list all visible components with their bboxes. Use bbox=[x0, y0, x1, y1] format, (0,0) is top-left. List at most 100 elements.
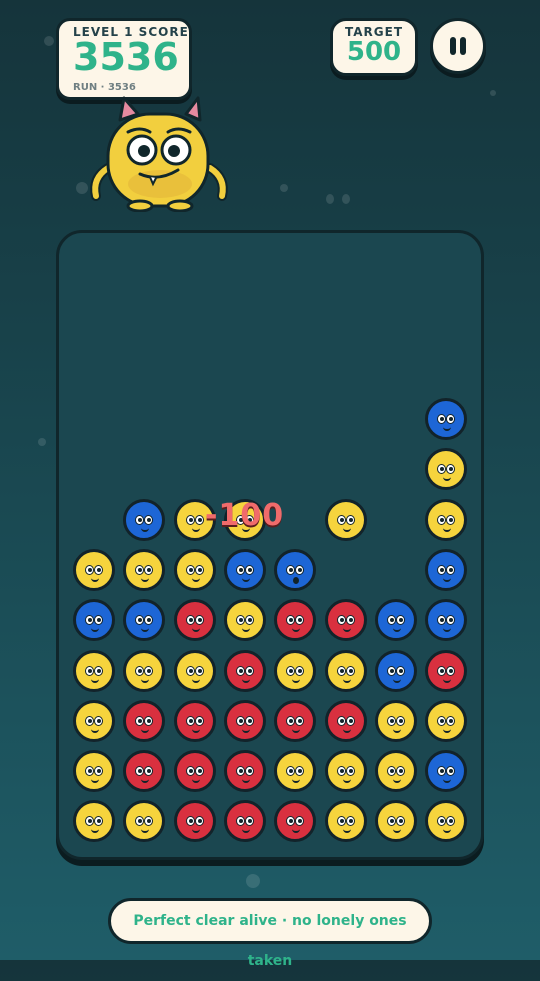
yellow-ball[interactable] bbox=[73, 699, 115, 742]
ball-eye bbox=[336, 615, 346, 626]
red-ball[interactable] bbox=[173, 599, 216, 642]
yellow-ball[interactable] bbox=[73, 649, 115, 692]
ball-eye bbox=[185, 615, 195, 626]
ball-eye bbox=[295, 715, 305, 726]
ball-eye bbox=[286, 564, 296, 575]
ball-eye bbox=[235, 766, 245, 777]
ball-eye bbox=[437, 564, 447, 575]
yellow-ball[interactable] bbox=[123, 800, 166, 843]
red-ball[interactable] bbox=[223, 649, 266, 692]
ball-mouth bbox=[191, 576, 200, 582]
ball-mouth bbox=[443, 677, 452, 683]
ball-mouth bbox=[443, 827, 452, 834]
ball-mouth bbox=[141, 777, 150, 784]
blue-ball[interactable] bbox=[374, 599, 417, 642]
floating-score-penalty: -100 bbox=[205, 498, 285, 533]
yellow-ball[interactable] bbox=[73, 800, 115, 843]
ball-eye bbox=[345, 514, 355, 525]
blue-ball[interactable] bbox=[73, 599, 115, 642]
yellow-ball[interactable] bbox=[123, 548, 166, 591]
ball-eye bbox=[185, 514, 195, 525]
yellow-ball[interactable] bbox=[374, 800, 417, 843]
blue-ball[interactable] bbox=[123, 599, 166, 642]
yellow-ball[interactable] bbox=[173, 649, 216, 692]
red-ball[interactable] bbox=[324, 699, 367, 742]
ball-mouth bbox=[191, 526, 200, 532]
yellow-ball[interactable] bbox=[425, 699, 468, 742]
red-ball[interactable] bbox=[324, 599, 367, 642]
ball-eye bbox=[446, 816, 456, 827]
red-ball[interactable] bbox=[274, 599, 317, 642]
ball-mouth bbox=[241, 576, 250, 582]
red-ball[interactable] bbox=[223, 750, 266, 793]
yellow-ball[interactable] bbox=[425, 800, 468, 843]
blue-ball[interactable] bbox=[425, 750, 468, 793]
background-bubble bbox=[38, 438, 46, 446]
background-bubble bbox=[44, 36, 54, 46]
yellow-ball[interactable] bbox=[374, 750, 417, 793]
target-value: 500 bbox=[346, 37, 402, 67]
ball-eye bbox=[244, 615, 254, 626]
yellow-ball[interactable] bbox=[324, 750, 367, 793]
ball-mouth bbox=[443, 777, 452, 784]
background-bubble bbox=[246, 874, 260, 888]
ball-mouth bbox=[241, 727, 250, 733]
blue-ball[interactable] bbox=[425, 599, 468, 642]
red-ball[interactable] bbox=[223, 800, 266, 843]
ball-eye bbox=[194, 715, 204, 726]
ball-eye bbox=[446, 665, 456, 676]
ball-mouth bbox=[191, 677, 200, 683]
ball-mouth bbox=[241, 626, 250, 633]
yellow-ball[interactable] bbox=[324, 498, 367, 541]
blue-ball[interactable] bbox=[425, 548, 468, 591]
ball-eye bbox=[185, 766, 195, 777]
blue-ball[interactable] bbox=[374, 649, 417, 692]
pause-button[interactable] bbox=[430, 18, 486, 74]
ball-mouth bbox=[191, 626, 200, 633]
yellow-ball[interactable] bbox=[324, 649, 367, 692]
yellow-ball[interactable] bbox=[324, 800, 367, 843]
yellow-ball[interactable] bbox=[425, 448, 468, 491]
blue-ball-surprised[interactable] bbox=[274, 548, 317, 591]
ball-eye bbox=[135, 766, 145, 777]
blue-ball[interactable] bbox=[123, 498, 166, 541]
red-ball[interactable] bbox=[425, 649, 468, 692]
background-bubble bbox=[280, 184, 288, 192]
ball-eye bbox=[295, 816, 305, 827]
pause-icon-bar bbox=[460, 37, 466, 55]
yellow-ball[interactable] bbox=[73, 750, 115, 793]
ball-eye bbox=[286, 665, 296, 676]
yellow-ball[interactable] bbox=[425, 498, 468, 541]
ball-eye bbox=[446, 514, 456, 525]
ball-eye bbox=[395, 816, 405, 827]
yellow-ball[interactable] bbox=[123, 649, 166, 692]
ball-eye bbox=[94, 564, 103, 575]
ball-eye bbox=[386, 665, 396, 676]
ball-eye bbox=[144, 816, 154, 827]
red-ball[interactable] bbox=[274, 800, 317, 843]
red-ball[interactable] bbox=[173, 800, 216, 843]
pause-icon bbox=[450, 37, 456, 55]
ball-eye bbox=[185, 715, 195, 726]
blue-ball[interactable] bbox=[223, 548, 266, 591]
red-ball[interactable] bbox=[274, 699, 317, 742]
yellow-ball[interactable] bbox=[274, 750, 317, 793]
yellow-ball[interactable] bbox=[374, 699, 417, 742]
ball-eye bbox=[244, 766, 254, 777]
yellow-ball[interactable] bbox=[173, 548, 216, 591]
ball-eye bbox=[336, 816, 346, 827]
red-ball[interactable] bbox=[173, 699, 216, 742]
ball-mouth bbox=[191, 827, 200, 834]
ball-mouth bbox=[293, 576, 300, 584]
ball-eye bbox=[345, 766, 355, 777]
red-ball[interactable] bbox=[123, 699, 166, 742]
ball-eye bbox=[235, 615, 245, 626]
yellow-ball[interactable] bbox=[223, 599, 266, 642]
yellow-ball[interactable] bbox=[274, 649, 317, 692]
red-ball[interactable] bbox=[173, 750, 216, 793]
red-ball[interactable] bbox=[123, 750, 166, 793]
blue-ball[interactable] bbox=[425, 398, 468, 440]
red-ball[interactable] bbox=[223, 699, 266, 742]
run-label: RUN · 3536 bbox=[73, 82, 136, 93]
yellow-ball[interactable] bbox=[73, 548, 115, 591]
